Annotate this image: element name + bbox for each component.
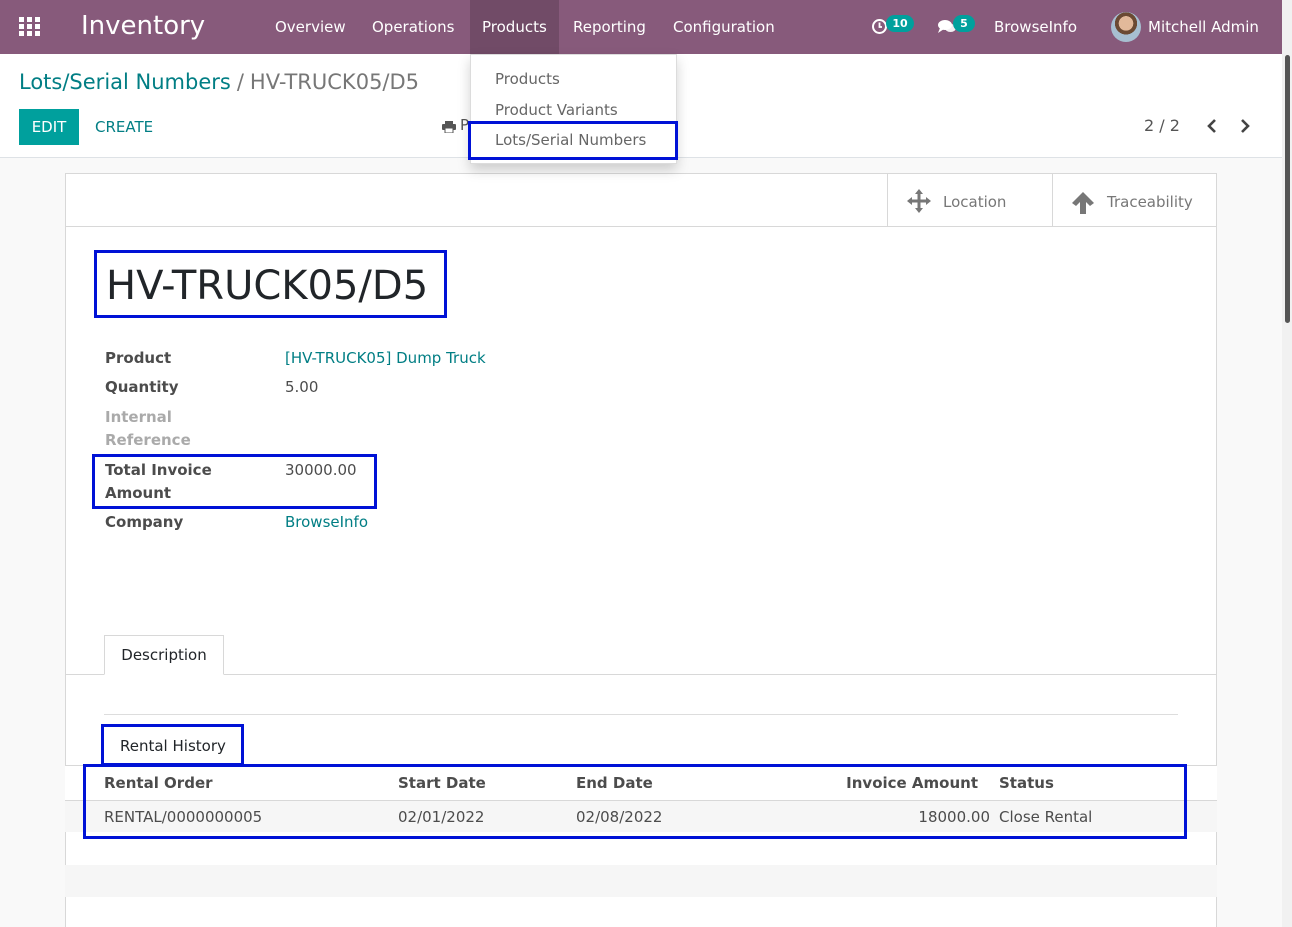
highlight-rental-history-table — [83, 764, 1187, 839]
traceability-label: Traceability — [1107, 193, 1193, 211]
edit-button[interactable]: EDIT — [19, 109, 79, 145]
menu-products[interactable]: Products — [470, 0, 559, 54]
location-label: Location — [943, 193, 1007, 211]
breadcrumb-parent-link[interactable]: Lots/Serial Numbers — [19, 70, 231, 94]
pager-previous-icon[interactable] — [1205, 117, 1219, 135]
activity-count-badge: 10 — [886, 15, 914, 32]
internal-reference-label-line1: Internal — [105, 408, 172, 426]
dropdown-item-products[interactable]: Products — [495, 70, 560, 88]
internal-reference-label-line2: Reference — [105, 431, 191, 449]
tab-description[interactable]: Description — [104, 635, 224, 675]
menu-overview[interactable]: Overview — [263, 0, 358, 54]
smart-button-box: Location Traceability — [66, 174, 1216, 227]
apps-grid-icon[interactable] — [19, 17, 41, 37]
menu-operations[interactable]: Operations — [360, 0, 466, 54]
table-footer-row — [65, 865, 1217, 897]
location-smart-button[interactable]: Location — [887, 174, 1052, 226]
quantity-label: Quantity — [105, 378, 179, 396]
highlight-rental-history-title — [101, 724, 244, 766]
user-menu[interactable]: Mitchell Admin — [1148, 0, 1259, 54]
breadcrumb: Lots/Serial Numbers / HV-TRUCK05/D5 — [19, 70, 419, 94]
pager-value[interactable]: 2 / 2 — [1144, 116, 1180, 135]
highlight-lots-serial-menu — [468, 121, 678, 160]
move-arrows-icon — [907, 189, 931, 213]
messages-count-badge: 5 — [953, 15, 975, 32]
menu-configuration[interactable]: Configuration — [661, 0, 787, 54]
top-navbar: Inventory Overview Operations Products R… — [0, 0, 1282, 54]
page-scrollbar-thumb[interactable] — [1285, 55, 1290, 323]
user-avatar[interactable] — [1111, 12, 1141, 42]
company-switcher[interactable]: BrowseInfo — [994, 0, 1077, 54]
dropdown-item-product-variants[interactable]: Product Variants — [495, 101, 618, 119]
quantity-value: 5.00 — [285, 378, 319, 396]
section-divider — [104, 714, 1178, 715]
company-label: Company — [105, 513, 184, 531]
breadcrumb-separator: / — [236, 70, 244, 94]
app-brand[interactable]: Inventory — [81, 11, 205, 41]
product-label: Product — [105, 349, 172, 367]
highlight-total-invoice-amount — [92, 454, 377, 509]
create-button[interactable]: CREATE — [83, 109, 165, 145]
product-link[interactable]: [HV-TRUCK05] Dump Truck — [285, 349, 486, 367]
company-link[interactable]: BrowseInfo — [285, 513, 368, 531]
traceability-smart-button[interactable]: Traceability — [1052, 174, 1217, 226]
arrow-up-icon — [1072, 192, 1094, 214]
pager-next-icon[interactable] — [1238, 117, 1252, 135]
highlight-record-title — [94, 250, 447, 318]
menu-reporting[interactable]: Reporting — [561, 0, 658, 54]
breadcrumb-current: HV-TRUCK05/D5 — [249, 70, 420, 94]
print-icon[interactable] — [442, 121, 456, 133]
internal-reference-label: Internal Reference — [105, 406, 191, 452]
notebook-tab-line — [66, 674, 1216, 675]
